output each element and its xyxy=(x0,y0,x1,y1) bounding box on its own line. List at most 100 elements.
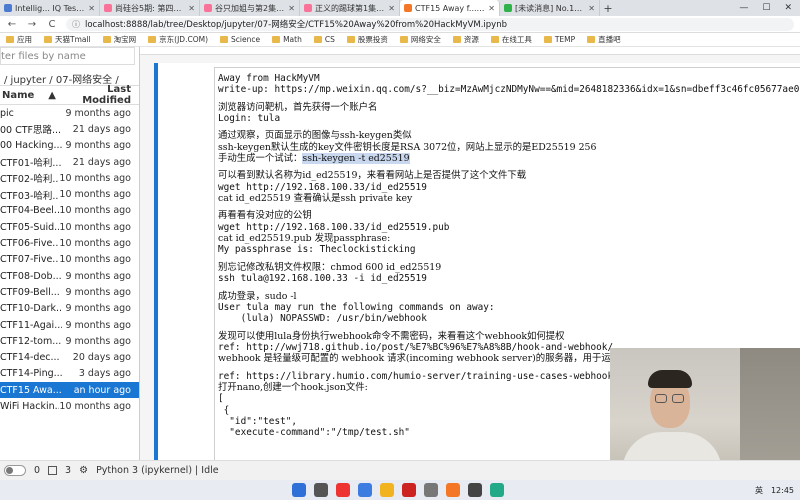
file-row[interactable]: WiFi Hackin... 10 months ago xyxy=(0,398,139,414)
file-modified: 10 months ago xyxy=(59,205,131,217)
bookmark-item[interactable]: 资源 xyxy=(452,34,479,45)
file-row[interactable]: pic 9 months ago xyxy=(0,105,139,121)
cell-line: 成功登录，sudo -l xyxy=(218,290,297,302)
cell-collapser[interactable] xyxy=(154,63,158,460)
file-row[interactable]: CTF10-Dark... 9 months ago xyxy=(0,301,139,317)
cell-line: (lula) NOPASSWD: /usr/bin/webhook xyxy=(218,313,427,325)
close-tab-icon[interactable]: ✕ xyxy=(188,4,195,13)
file-row[interactable]: CTF15 Awa... an hour ago xyxy=(0,382,139,399)
bookmark-item[interactable]: 天猫Tmall xyxy=(44,34,91,45)
pdf-icon[interactable] xyxy=(402,483,416,497)
bookmark-item[interactable]: TEMP xyxy=(543,35,575,44)
jupyter-icon[interactable] xyxy=(446,483,460,497)
file-row[interactable]: CTF04-Beel... 10 months ago xyxy=(0,203,139,219)
file-row[interactable]: CTF06-Five... 10 months ago xyxy=(0,235,139,251)
sort-arrow-icon: ▲ xyxy=(48,89,56,101)
file-row[interactable]: 00 Hacking... 9 months ago xyxy=(0,138,139,154)
file-name: CTF03-哈利... xyxy=(0,190,60,202)
folder-icon[interactable] xyxy=(380,483,394,497)
cell-line: User tula may run the following commands… xyxy=(218,301,495,313)
file-row[interactable]: CTF14-dec... 20 days ago xyxy=(0,349,139,365)
bookmark-item[interactable]: 京东(JD.COM) xyxy=(148,34,208,45)
file-row[interactable]: CTF05-Suid... 10 months ago xyxy=(0,219,139,235)
browser-tab[interactable]: 尚硅谷5期: 第四次公益翻拍✕ xyxy=(100,0,200,16)
edge-icon[interactable] xyxy=(358,483,372,497)
browser-tab[interactable]: [未读消息] No.110 HMV:Away✕ xyxy=(500,0,600,16)
tab-favicon-icon xyxy=(204,4,212,12)
file-name: CTF06-Five... xyxy=(0,238,60,250)
forward-button[interactable]: → xyxy=(26,19,38,30)
wechat-icon[interactable] xyxy=(490,483,504,497)
file-name: 00 Hacking... xyxy=(0,140,62,152)
chrome-icon[interactable] xyxy=(336,483,350,497)
file-name: WiFi Hackin... xyxy=(0,400,60,412)
cell-line: 发现可以使用lula身份执行webhook命令不需密码，来看看这个webhook… xyxy=(218,330,565,342)
bookmark-item[interactable]: 股票投资 xyxy=(346,34,388,45)
file-row[interactable]: CTF07-Five... 10 months ago xyxy=(0,252,139,268)
windows-start-icon[interactable] xyxy=(292,483,306,497)
file-row[interactable]: CTF14-Ping... 3 days ago xyxy=(0,366,139,382)
bookmark-label: Math xyxy=(283,35,302,44)
cell-line: 再看看有没对应的公钥 xyxy=(218,210,312,222)
close-tab-icon[interactable]: ✕ xyxy=(288,4,295,13)
bookmark-item[interactable]: 网络安全 xyxy=(399,34,441,45)
kernel-status[interactable]: Python 3 (ipykernel) | Idle xyxy=(96,465,219,476)
selected-text[interactable]: ssh-keygen -t ed25519 xyxy=(302,153,410,165)
minimize-button[interactable]: — xyxy=(739,3,748,13)
file-row[interactable]: CTF12-tom... 9 months ago xyxy=(0,333,139,349)
file-name: CTF12-tom... xyxy=(0,335,62,347)
address-bar[interactable]: ⓘ localhost:8888/lab/tree/Desktop/jupyte… xyxy=(66,17,794,31)
bookmark-item[interactable]: 在线工具 xyxy=(490,34,532,45)
file-row[interactable]: CTF01-哈利... 21 days ago xyxy=(0,154,139,170)
bookmark-item[interactable]: 应用 xyxy=(6,34,32,45)
browser-tab[interactable]: CTF15 Away f... (2) - JupyterLab✕ xyxy=(400,0,500,16)
bookmark-item[interactable]: 淘宝网 xyxy=(102,34,136,45)
reload-button[interactable]: C xyxy=(46,19,58,30)
browser-tab[interactable]: Intellig... IQ Tests, Huma✕ xyxy=(0,0,100,16)
cell-line: ssh-keygen默认生成的key文件密钥长度是RSA 3072位，网站上显示… xyxy=(218,141,597,153)
bookmark-item[interactable]: 直播吧 xyxy=(587,34,621,45)
bookmark-item[interactable]: Science xyxy=(220,35,260,44)
bookmark-folder-icon xyxy=(102,36,111,43)
browser-tab[interactable]: 正义的踢球第1集-电视剧-高清✕ xyxy=(300,0,400,16)
file-row[interactable]: CTF02-哈利... 10 months ago xyxy=(0,170,139,186)
bookmark-label: CS xyxy=(324,35,335,44)
back-button[interactable]: ← xyxy=(6,19,18,30)
taskbar-icons xyxy=(292,483,504,497)
file-name: CTF14-Ping... xyxy=(0,368,62,380)
bookmark-folder-icon xyxy=(272,36,281,43)
file-row[interactable]: 00 CTF思路... 21 days ago xyxy=(0,121,139,137)
file-row[interactable]: CTF09-Bell... 9 months ago xyxy=(0,284,139,300)
bookmark-item[interactable]: Math xyxy=(272,35,302,44)
file-row[interactable]: CTF11-Agai... 9 months ago xyxy=(0,317,139,333)
breadcrumb[interactable]: / jupyter / 07-网络安全 / xyxy=(0,65,139,86)
close-tab-icon[interactable]: ✕ xyxy=(488,4,495,13)
file-modified: 21 days ago xyxy=(72,156,131,168)
file-row[interactable]: CTF08-Dob... 9 months ago xyxy=(0,268,139,284)
file-modified: 20 days ago xyxy=(72,352,131,364)
bookmark-item[interactable]: CS xyxy=(313,35,335,44)
terminal-app-icon[interactable] xyxy=(468,483,482,497)
simple-mode-toggle[interactable] xyxy=(4,465,26,476)
app-icon[interactable] xyxy=(424,483,438,497)
maximize-button[interactable]: ☐ xyxy=(762,3,770,13)
close-tab-icon[interactable]: ✕ xyxy=(588,4,595,13)
gear-icon[interactable]: ⚙ xyxy=(79,465,88,476)
file-filter-input[interactable]: ter files by name xyxy=(0,47,135,65)
browser-tab[interactable]: 谷只加姐与第2集-看蒂-全集✕ xyxy=(200,0,300,16)
file-browser: ter files by name / jupyter / 07-网络安全 / … xyxy=(0,47,140,460)
search-icon[interactable] xyxy=(314,483,328,497)
webcam-person-hair xyxy=(648,370,692,388)
clock[interactable]: 12:45 xyxy=(771,486,794,495)
notebook-toolbar xyxy=(140,47,800,55)
name-column-label: Name xyxy=(2,89,35,101)
file-row[interactable]: CTF03-哈利... 10 months ago xyxy=(0,186,139,202)
ime-indicator[interactable]: 英 xyxy=(755,485,763,496)
cell-line: 别忘记修改私钥文件权限：chmod 600 id_ed25519 xyxy=(218,261,442,273)
name-column-header[interactable]: Name ▲ xyxy=(0,90,62,101)
modified-column-header[interactable]: Last Modified xyxy=(62,84,139,106)
close-tab-icon[interactable]: ✕ xyxy=(88,4,95,13)
close-window-button[interactable]: ✕ xyxy=(784,3,792,13)
new-tab-button[interactable]: + xyxy=(600,0,616,16)
close-tab-icon[interactable]: ✕ xyxy=(388,4,395,13)
